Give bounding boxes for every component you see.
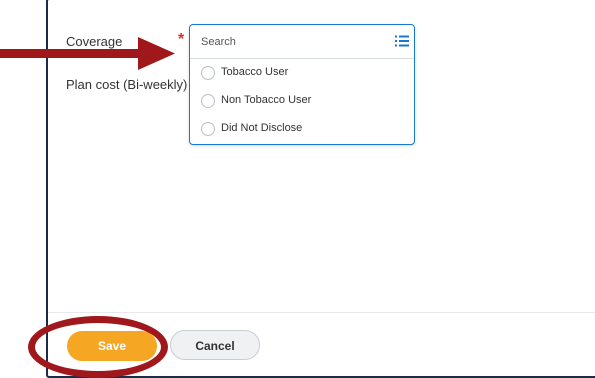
- radio-icon[interactable]: [201, 122, 215, 136]
- option-label: Non Tobacco User: [221, 94, 312, 106]
- plan-cost-label: Plan cost (Bi-weekly): [66, 77, 188, 92]
- option-label: Tobacco User: [221, 66, 289, 78]
- footer-divider: [48, 312, 595, 313]
- cancel-button[interactable]: Cancel: [170, 330, 260, 360]
- search-input[interactable]: [201, 34, 381, 50]
- option-did-not-disclose[interactable]: Did Not Disclose: [190, 117, 414, 143]
- search-row: [190, 25, 414, 59]
- option-label: Did Not Disclose: [221, 122, 303, 134]
- option-non-tobacco-user[interactable]: Non Tobacco User: [190, 89, 414, 115]
- required-marker: *: [178, 31, 185, 48]
- radio-icon[interactable]: [201, 66, 215, 80]
- radio-icon[interactable]: [201, 94, 215, 108]
- coverage-label: Coverage: [66, 34, 123, 49]
- option-tobacco-user[interactable]: Tobacco User: [190, 61, 414, 87]
- list-icon[interactable]: [395, 35, 409, 47]
- save-button[interactable]: Save: [67, 331, 157, 361]
- coverage-dropdown[interactable]: Tobacco User Non Tobacco User Did Not Di…: [189, 24, 415, 145]
